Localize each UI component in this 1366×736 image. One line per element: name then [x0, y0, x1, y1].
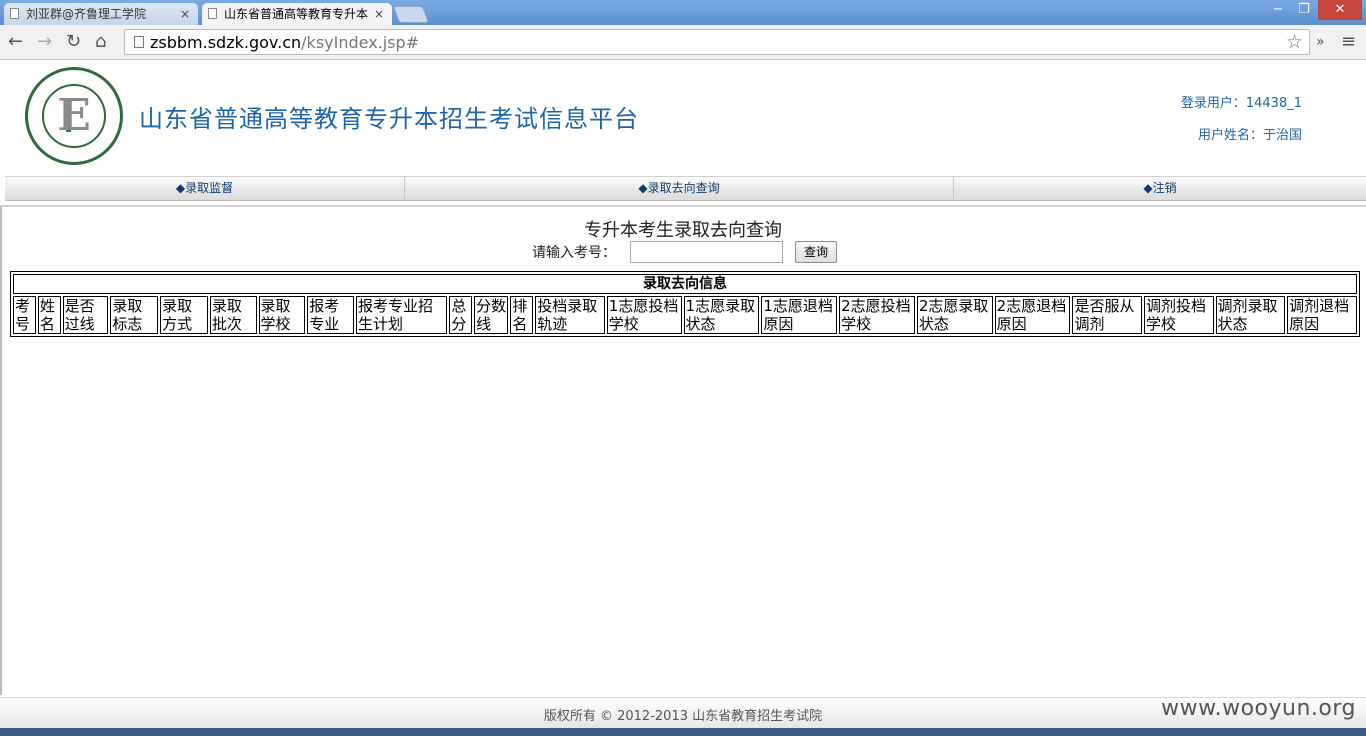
col-header: 2志愿投档学校	[839, 296, 915, 334]
col-header: 1志愿退档原因	[761, 296, 838, 334]
col-header: 排名	[510, 296, 534, 334]
login-user: 登录用户：14438_1	[1180, 96, 1302, 111]
new-tab-button[interactable]	[392, 6, 430, 23]
admission-info-table: 录取去向信息 考号 姓名 是否过线 录取标志 录取方式 录取批次 录取学校 报考…	[10, 271, 1360, 337]
col-header: 1志愿录取状态	[683, 296, 760, 334]
col-header: 是否服从调剂	[1072, 296, 1142, 334]
reload-icon[interactable]: ↻	[66, 31, 81, 53]
exam-number-label: 请输入考号：	[532, 245, 616, 261]
exam-number-input[interactable]	[630, 241, 783, 263]
logo-letter: E	[57, 90, 91, 141]
logo-inner-ring: E	[42, 84, 106, 148]
maximize-icon[interactable]: ❐	[1292, 0, 1316, 20]
table-header-row: 考号 姓名 是否过线 录取标志 录取方式 录取批次 录取学校 报考专业 报考专业…	[13, 296, 1357, 334]
site-title: 山东省普通高等教育专升本招生考试信息平台	[139, 105, 639, 133]
url-host: zsbbm.sdzk.gov.cn	[150, 33, 302, 52]
user-name: 用户姓名：于治国	[1197, 128, 1302, 143]
col-header: 分数线	[474, 296, 509, 334]
col-header: 报考专业	[307, 296, 354, 334]
bookmark-star-icon[interactable]: ☆	[1286, 31, 1303, 53]
menu-icon[interactable]: ≡	[1341, 31, 1356, 53]
col-header: 2志愿退档原因	[994, 296, 1071, 334]
browser-tab-1[interactable]: 刘亚群@齐鲁理工学院 ×	[4, 3, 198, 25]
col-header: 报考专业招生计划	[355, 296, 448, 334]
nav-admission-supervision[interactable]: ◆录取监督	[5, 177, 405, 200]
nav-admission-destination-query[interactable]: ◆录取去向查询	[405, 177, 954, 200]
col-header: 调剂退档原因	[1287, 296, 1357, 334]
browser-tab-2[interactable]: 山东省普通高等教育专升本 ×	[202, 3, 392, 25]
tab-close-icon[interactable]: ×	[374, 3, 384, 25]
col-header: 投档录取轨迹	[535, 296, 605, 334]
url-path: /ksyIndex.jsp#	[301, 33, 420, 52]
forward-icon[interactable]: →	[37, 31, 52, 53]
col-header: 调剂投档学校	[1144, 296, 1214, 334]
address-bar[interactable]: zsbbm.sdzk.gov.cn/ksyIndex.jsp# ☆	[124, 29, 1310, 55]
col-header: 录取标志	[110, 296, 159, 334]
main-nav: ◆录取监督 ◆录取去向查询 ◆注销	[5, 176, 1366, 201]
col-header: 录取方式	[160, 296, 208, 334]
url-text[interactable]: zsbbm.sdzk.gov.cn/ksyIndex.jsp#	[150, 33, 419, 52]
page-icon	[134, 36, 144, 48]
minimize-icon[interactable]: −	[1266, 0, 1290, 20]
col-header: 录取学校	[258, 296, 306, 334]
col-header: 1志愿投档学校	[606, 296, 682, 334]
query-button[interactable]: 查询	[795, 241, 837, 263]
home-icon[interactable]: ⌂	[95, 31, 106, 53]
table-caption-row: 录取去向信息	[13, 274, 1357, 294]
page-icon	[208, 8, 217, 19]
col-header: 是否过线	[62, 296, 109, 334]
back-icon[interactable]: ←	[8, 31, 23, 53]
col-header: 录取批次	[209, 296, 257, 334]
tab-title: 刘亚群@齐鲁理工学院	[26, 7, 147, 21]
col-header: 总分	[449, 296, 473, 334]
more-icon[interactable]: »	[1316, 31, 1325, 53]
exam-institute-logo: E	[25, 67, 123, 165]
col-header: 调剂录取状态	[1215, 296, 1286, 334]
tab-title: 山东省普通高等教育专升本	[224, 7, 369, 21]
col-header: 考号	[13, 296, 36, 334]
query-title: 专升本考生录取去向查询	[584, 220, 782, 241]
browser-toolbar: ← → ↻ ⌂ zsbbm.sdzk.gov.cn/ksyIndex.jsp# …	[0, 25, 1366, 60]
os-taskbar	[0, 728, 1366, 736]
window-close-icon[interactable]: ✕	[1318, 0, 1362, 20]
tab-close-icon[interactable]: ×	[180, 3, 190, 25]
nav-logout[interactable]: ◆注销	[954, 177, 1366, 200]
watermark-text: www.wooyun.org	[1161, 696, 1356, 721]
site-header: E 山东省普通高等教育专升本招生考试信息平台 登录用户：14438_1 用户姓名…	[0, 61, 1366, 172]
browser-tab-bar: 刘亚群@齐鲁理工学院 × 山东省普通高等教育专升本 × − ❐ ✕	[0, 0, 1366, 25]
page-icon	[10, 8, 19, 19]
col-header: 姓名	[37, 296, 61, 334]
table-caption: 录取去向信息	[13, 274, 1357, 294]
col-header: 2志愿录取状态	[916, 296, 993, 334]
